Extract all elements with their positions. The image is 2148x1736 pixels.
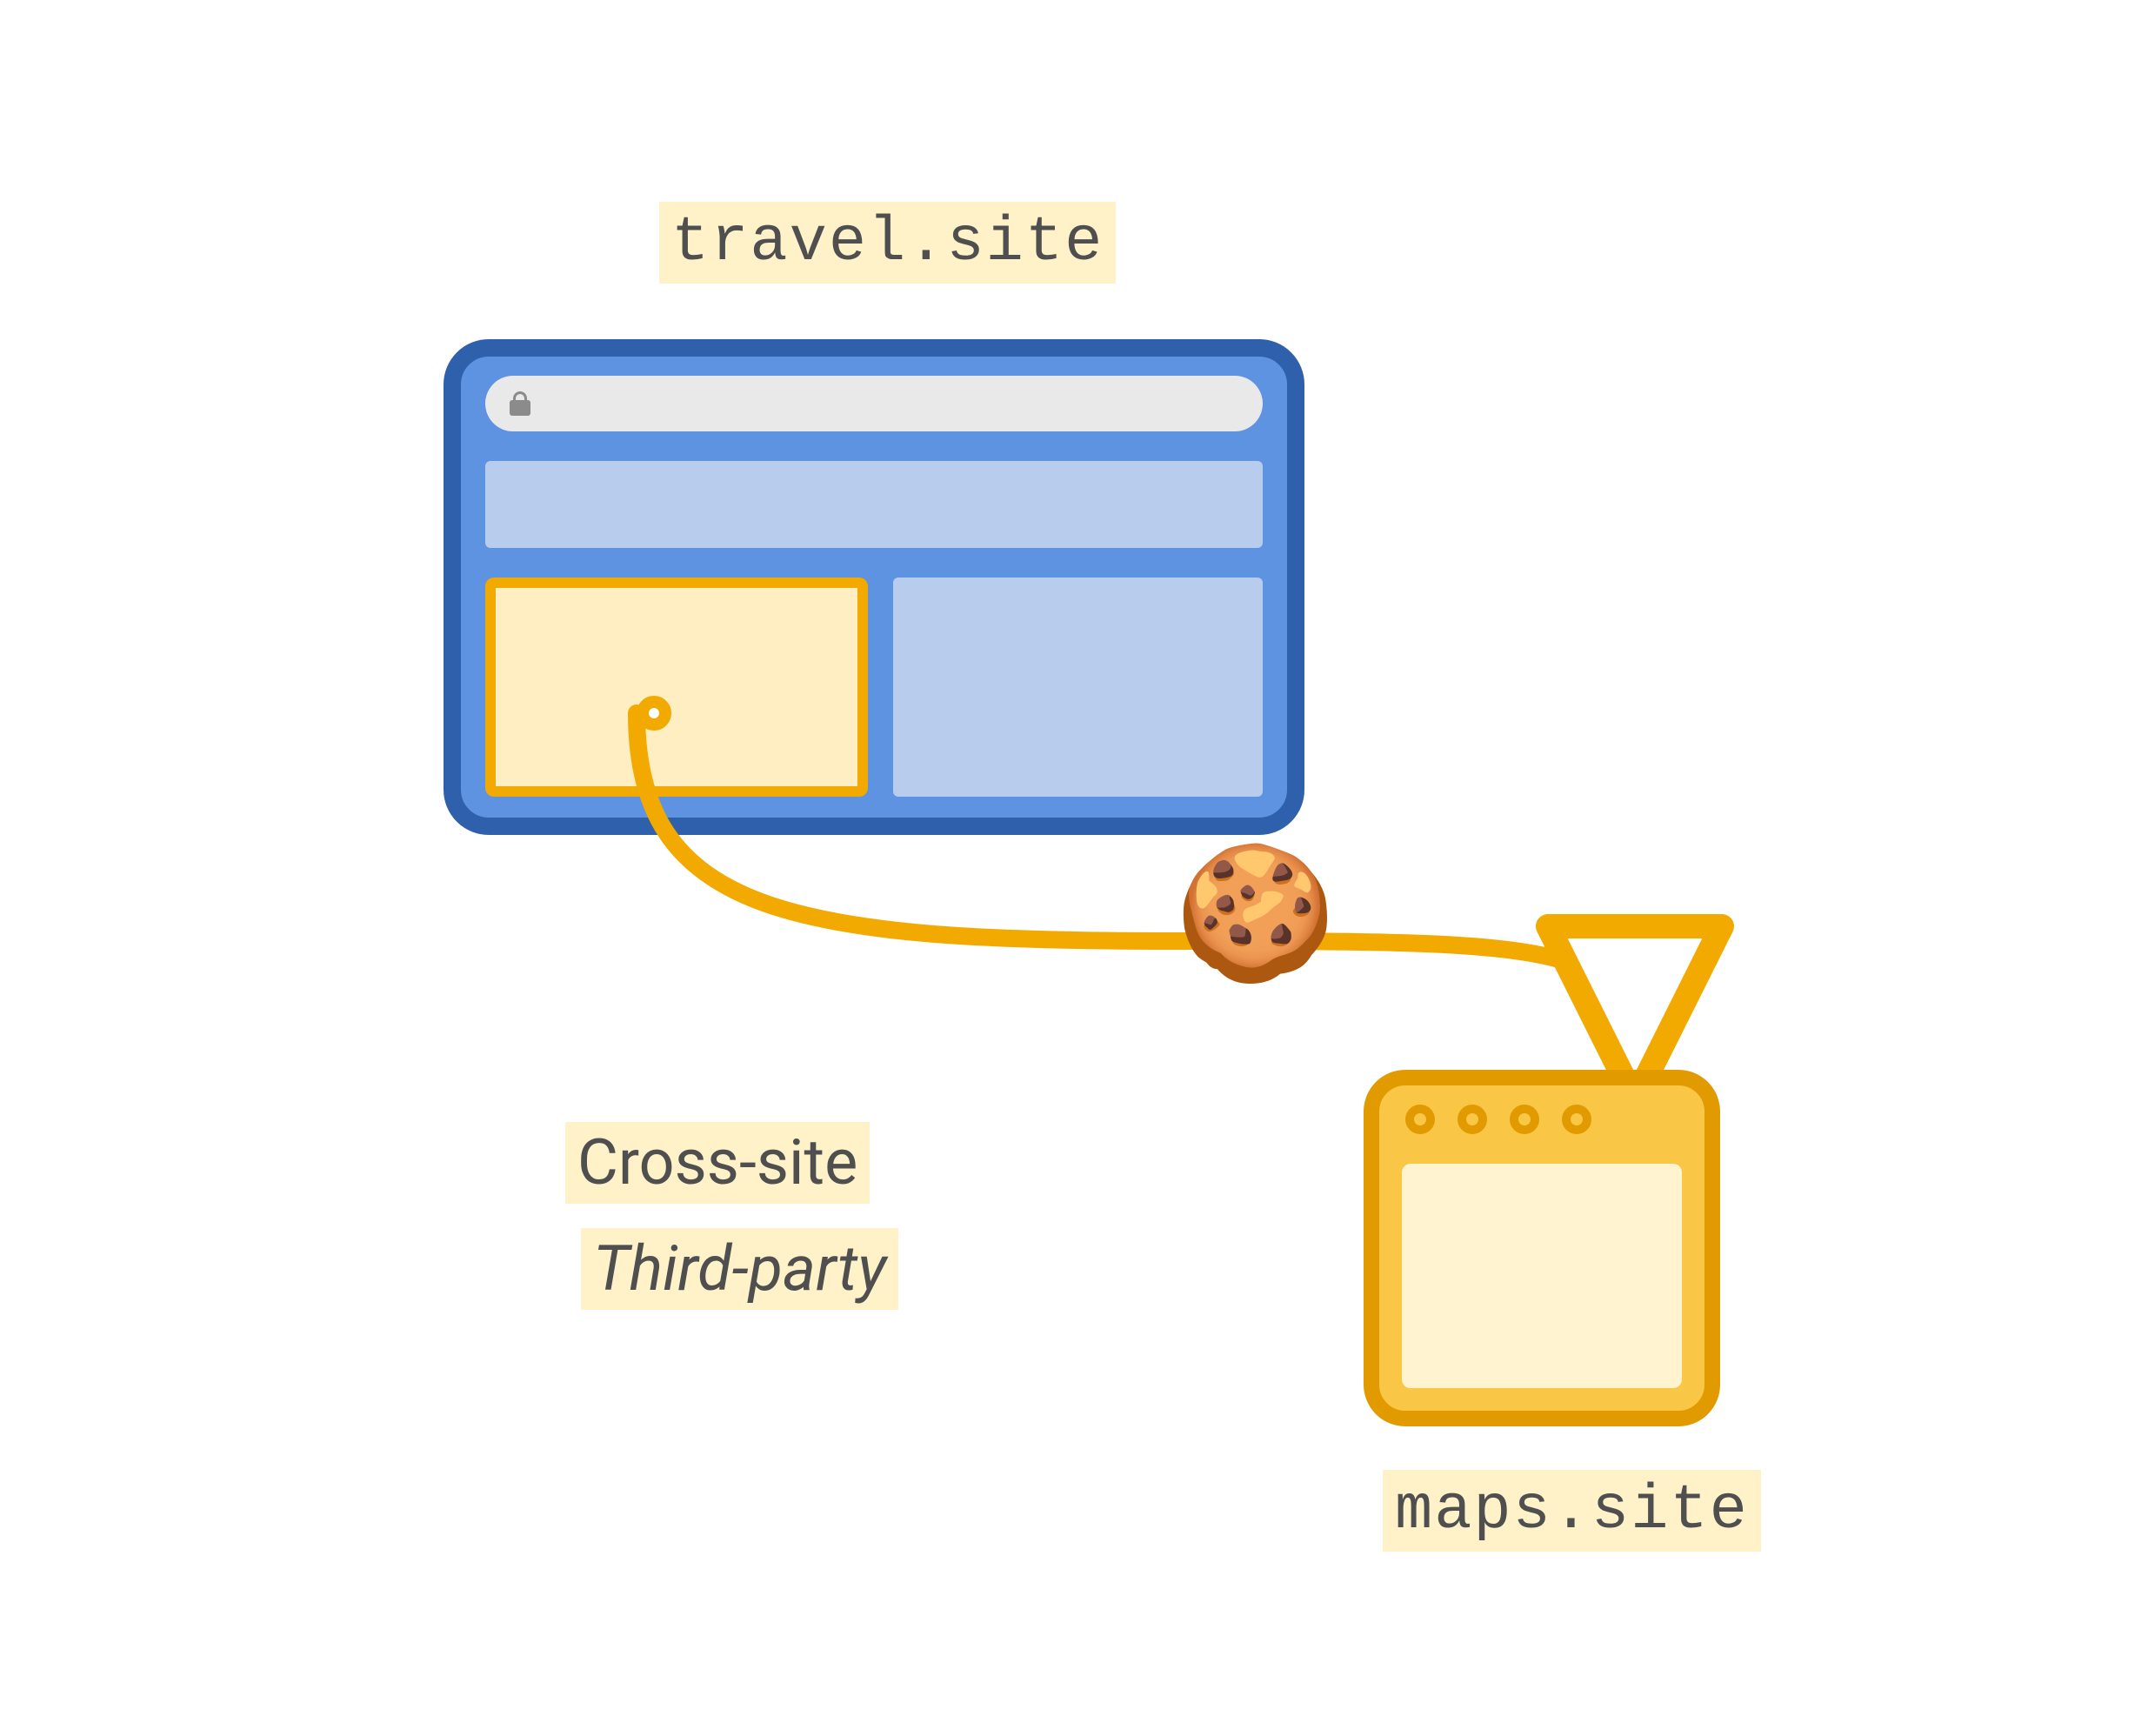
cross-site-label: Cross-site (565, 1122, 870, 1204)
window-dot-icon (1458, 1105, 1487, 1134)
window-traffic-dots (1405, 1105, 1591, 1134)
lock-icon (510, 391, 530, 416)
window-dot-icon (1405, 1105, 1435, 1134)
browser-window (444, 339, 1304, 835)
connection-origin-dot (637, 696, 671, 731)
address-bar (485, 376, 1263, 431)
page-content-block (893, 578, 1263, 797)
maps-site-label: maps.site (1383, 1470, 1761, 1552)
diagram-stage: travel.site 🍪 Cross-site Third-party (0, 0, 2148, 1736)
third-party-label: Third-party (581, 1228, 898, 1310)
maps-app-window (1364, 1070, 1720, 1426)
window-dot-icon (1562, 1105, 1591, 1134)
travel-site-label: travel.site (659, 202, 1116, 284)
cookie-icon: 🍪 (1170, 843, 1341, 985)
maps-app-content (1402, 1164, 1682, 1388)
window-dot-icon (1510, 1105, 1539, 1134)
third-party-iframe (485, 578, 868, 797)
page-header-block (485, 461, 1263, 548)
